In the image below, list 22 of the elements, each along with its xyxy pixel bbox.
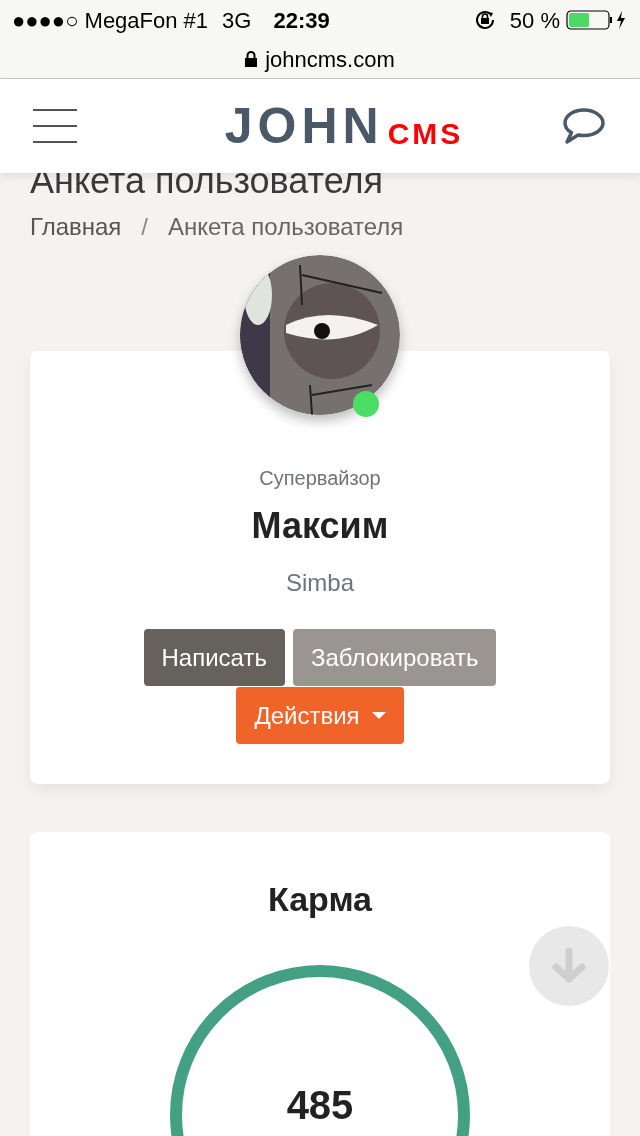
network-type: 3G bbox=[222, 6, 252, 35]
karma-value: 485 bbox=[286, 1085, 354, 1129]
write-message-button[interactable]: Написать bbox=[143, 629, 285, 686]
status-time: 22:39 bbox=[273, 6, 330, 35]
breadcrumb-current: Анкета пользователя bbox=[168, 212, 404, 242]
karma-title: Карма bbox=[268, 879, 372, 920]
chat-icon[interactable] bbox=[561, 107, 607, 145]
menu-icon[interactable] bbox=[33, 109, 77, 143]
site-logo[interactable]: JOHN CMS bbox=[224, 104, 464, 148]
caret-icon bbox=[371, 712, 386, 719]
carrier-signal: ●●●●○ MegaFon #1 bbox=[12, 6, 209, 35]
battery-charging-icon bbox=[566, 9, 628, 31]
lock-icon bbox=[245, 51, 258, 67]
battery-percent: 50 % bbox=[509, 6, 560, 35]
url-address[interactable]: johncms.com bbox=[265, 42, 395, 76]
user-nickname: Simba bbox=[286, 568, 354, 598]
user-role: Супервайзор bbox=[259, 466, 381, 491]
page-title: Анкета пользователя bbox=[30, 159, 384, 203]
breadcrumb-separator: / bbox=[141, 212, 149, 242]
user-name: Максим bbox=[251, 504, 389, 548]
breadcrumb-link[interactable]: Главная bbox=[30, 209, 122, 245]
arrow-down-icon bbox=[550, 947, 588, 985]
